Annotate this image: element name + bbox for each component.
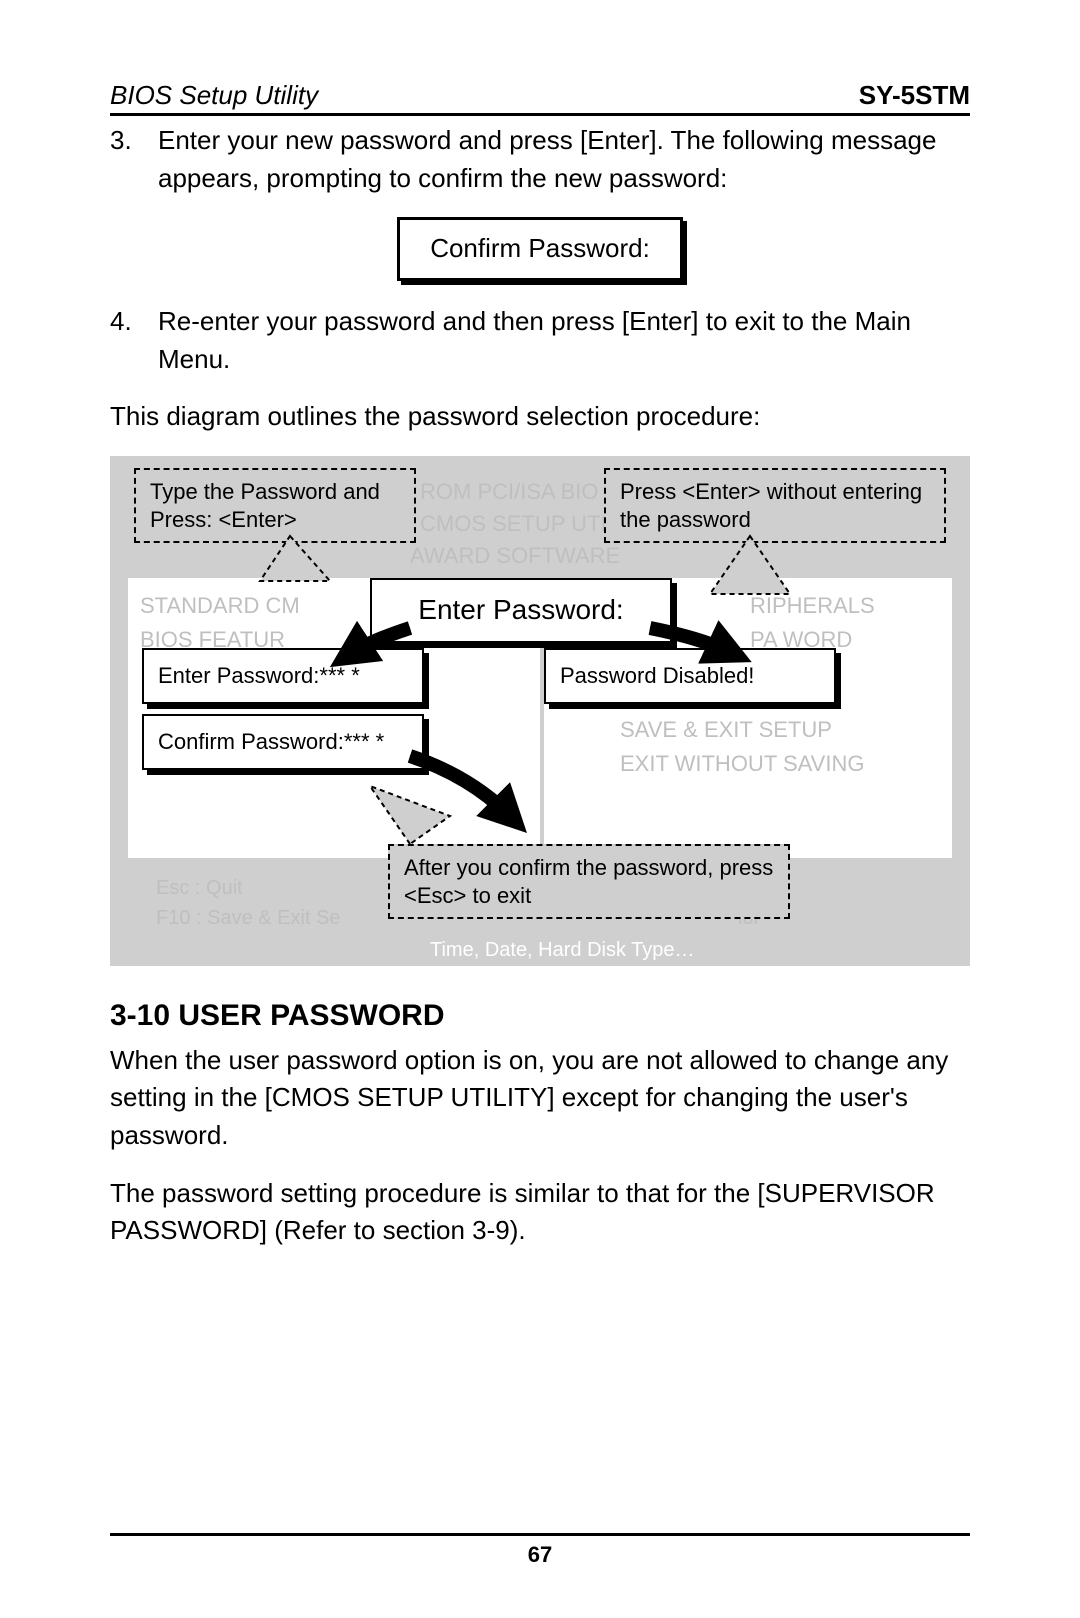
page: BIOS Setup Utility SY-5STM 3. Enter your… <box>0 0 1080 1618</box>
menu-left-1: STANDARD CM <box>140 590 300 622</box>
bios-line-1: ROM PCI/ISA BIO <box>420 476 598 508</box>
footer: 67 <box>110 1533 970 1568</box>
callout-bottom: After you confirm the password, press <E… <box>388 844 790 919</box>
prompt-disabled: Password Disabled! <box>544 648 836 704</box>
password-diagram: ROM PCI/ISA BIO CMOS SETUP UTIL AWARD SO… <box>110 456 970 966</box>
section-heading: 3-10 USER PASSWORD <box>110 994 970 1038</box>
prompt-confirm: Confirm Password:*** * <box>142 714 424 770</box>
step-4: 4. Re-enter your password and then press… <box>110 303 970 378</box>
content: 3. Enter your new password and press [En… <box>110 122 970 1250</box>
menu-f10: F10 : Save & Exit Se <box>156 904 341 933</box>
callout-right: Press <Enter> without entering the passw… <box>604 468 946 543</box>
diagram-intro: This diagram outlines the password selec… <box>110 398 970 436</box>
prompt-main: Enter Password: <box>370 578 672 643</box>
footer-rule <box>110 1533 970 1536</box>
step-4-text: Re-enter your password and then press [E… <box>158 303 970 378</box>
menu-save: SAVE & EXIT SETUP <box>620 714 832 746</box>
confirm-password-box: Confirm Password: <box>397 217 683 281</box>
step-3-text: Enter your new password and press [Enter… <box>158 122 970 197</box>
prompt-enter: Enter Password:*** * <box>142 648 424 704</box>
step-3: 3. Enter your new password and press [En… <box>110 122 970 197</box>
menu-esc: Esc : Quit <box>156 874 243 903</box>
running-header-left: BIOS Setup Utility <box>110 80 318 111</box>
step-3-number: 3. <box>110 122 158 197</box>
page-number: 67 <box>110 1542 970 1568</box>
section-p1: When the user password option is on, you… <box>110 1042 970 1155</box>
running-header-right: SY-5STM <box>859 80 970 111</box>
running-header: BIOS Setup Utility SY-5STM <box>110 80 970 111</box>
bios-line-3: AWARD SOFTWARE <box>410 540 620 572</box>
header-rule <box>110 113 970 116</box>
menu-exitnosave: EXIT WITHOUT SAVING <box>620 748 864 780</box>
callout-left: Type the Password and Press: <Enter> <box>134 468 416 543</box>
bios-line-2: CMOS SETUP UTIL <box>420 508 619 540</box>
menu-tdht: Time, Date, Hard Disk Type… <box>430 936 695 965</box>
section-p2: The password setting procedure is simila… <box>110 1175 970 1250</box>
confirm-password-box-wrap: Confirm Password: <box>110 217 970 281</box>
menu-right-1: RIPHERALS <box>750 590 875 622</box>
step-4-number: 4. <box>110 303 158 378</box>
